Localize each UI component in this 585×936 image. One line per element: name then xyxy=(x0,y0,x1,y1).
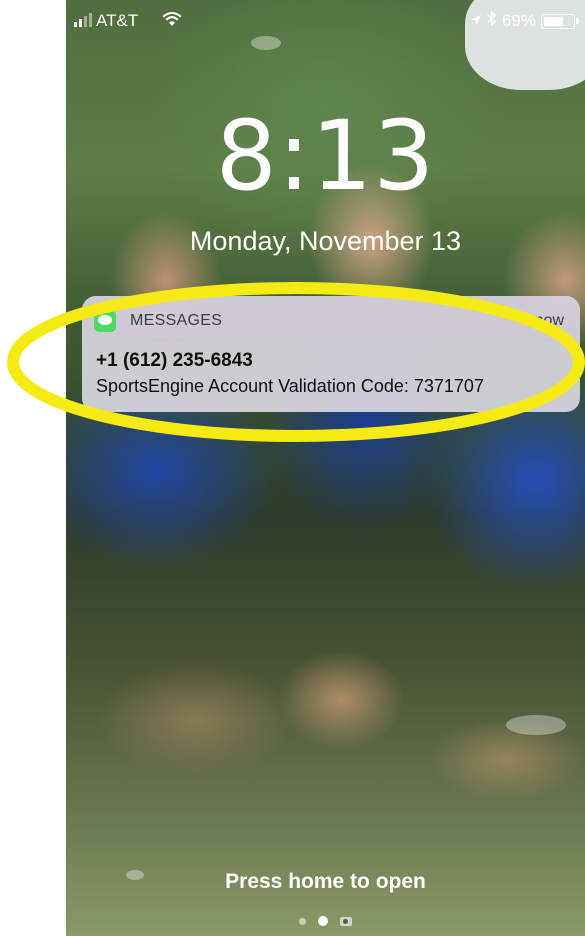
location-arrow-icon xyxy=(470,11,482,31)
messages-app-icon xyxy=(94,310,116,332)
battery-level xyxy=(544,16,563,26)
message-notification[interactable]: MESSAGES now +1 (612) 235-6843 SportsEng… xyxy=(82,296,580,412)
wifi-icon xyxy=(162,12,182,32)
lock-screen-date: Monday, November 13 xyxy=(189,226,462,256)
carrier-name: AT&T xyxy=(96,11,139,30)
lock-screen: AT&T 69% 8:13 Monday, November 13 MESSAG… xyxy=(0,0,585,936)
status-right-group: 69% xyxy=(470,10,579,31)
page-indicator xyxy=(66,916,585,926)
lock-screen-time: 8:13 xyxy=(215,100,436,212)
battery-percentage: 69% xyxy=(501,11,536,30)
page-dot[interactable] xyxy=(299,917,306,925)
notification-sender: +1 (612) 235-6843 xyxy=(96,350,253,371)
press-home-hint: Press home to open xyxy=(225,870,426,893)
notification-message: SportsEngine Account Validation Code: 73… xyxy=(96,376,484,396)
water-glint xyxy=(506,715,566,735)
battery-icon xyxy=(541,13,579,29)
notification-time: now xyxy=(534,312,564,329)
status-bar: AT&T 69% xyxy=(66,0,585,40)
signal-strength-icon xyxy=(74,13,92,27)
battery-cap xyxy=(576,17,579,24)
notification-app-name: MESSAGES xyxy=(130,312,223,329)
camera-icon[interactable] xyxy=(340,916,352,926)
bluetooth-icon xyxy=(487,10,497,31)
page-dot-active[interactable] xyxy=(318,916,328,926)
